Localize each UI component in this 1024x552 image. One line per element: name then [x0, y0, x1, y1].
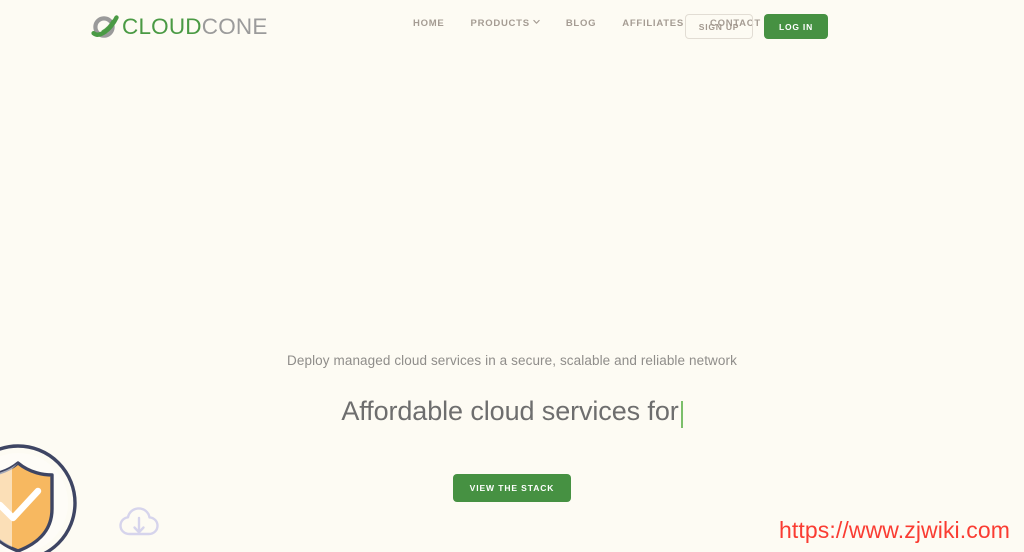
watermark-url: https://www.zjwiki.com — [779, 517, 1010, 543]
nav-item-label: HOME — [413, 18, 445, 29]
hero-subtitle: Deploy managed cloud services in a secur… — [287, 353, 737, 368]
brand-wordmark: CLOUDCONE — [122, 13, 268, 39]
cloudcone-swoosh-icon — [90, 12, 120, 42]
brand-text-secondary: CONE — [201, 13, 268, 39]
nav-item-label: BLOG — [565, 18, 597, 29]
page-root: CLOUDCONE HOME PRODUCTS BLOG AFFILIATES — [0, 0, 1024, 552]
site-header: CLOUDCONE HOME PRODUCTS BLOG AFFILIATES — [0, 0, 1024, 56]
hero-section: Deploy managed cloud services in a secur… — [0, 352, 1024, 502]
cloud-download-icon — [118, 505, 162, 539]
sign-up-button[interactable]: SIGN UP — [685, 14, 753, 39]
hero-title-row: Affordable cloud services for — [0, 391, 1024, 431]
brand-text-primary: CLOUD — [122, 13, 202, 39]
brand-logo[interactable]: CLOUDCONE — [90, 11, 268, 43]
nav-item-affiliates[interactable]: AFFILIATES — [609, 19, 697, 29]
nav-item-products[interactable]: PRODUCTS — [458, 19, 553, 29]
chevron-down-icon — [533, 19, 540, 26]
view-the-stack-button[interactable]: VIEW THE STACK — [453, 473, 571, 502]
nav-item-blog[interactable]: BLOG — [553, 19, 609, 29]
page-title: Affordable cloud services for — [341, 395, 679, 426]
typing-cursor — [680, 401, 683, 429]
log-in-button[interactable]: LOG IN — [764, 14, 828, 39]
nav-item-home[interactable]: HOME — [413, 19, 458, 29]
nav-item-label: AFFILIATES — [622, 18, 684, 29]
nav-item-label: PRODUCTS — [470, 18, 530, 29]
